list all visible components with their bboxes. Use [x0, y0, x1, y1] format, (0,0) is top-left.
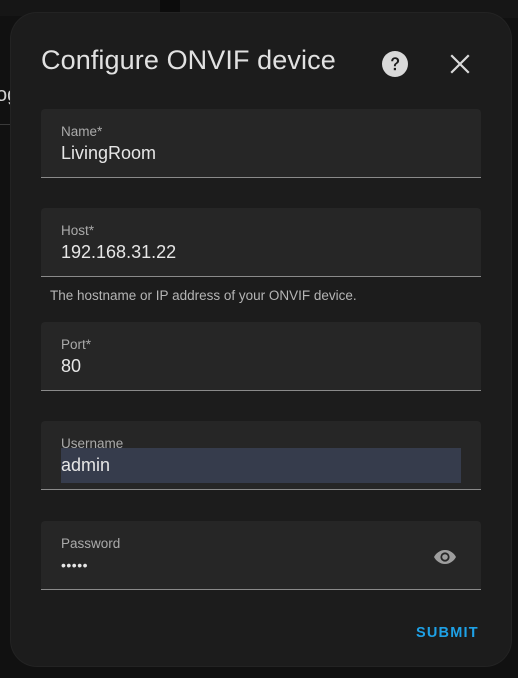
port-label: Port* [61, 337, 92, 352]
username-input[interactable]: admin [61, 448, 461, 483]
eye-icon [434, 550, 456, 564]
show-password-button[interactable] [433, 545, 457, 569]
submit-button[interactable]: SUBMIT [416, 625, 479, 641]
background-partial-text: og [0, 84, 10, 106]
password-input[interactable]: ••••• [61, 557, 88, 573]
password-label: Password [61, 536, 121, 551]
dialog-lower-section: Port* 80 Username admin Password ••••• S… [11, 13, 511, 666]
port-input[interactable]: 80 [61, 356, 81, 377]
password-field[interactable]: Password ••••• [41, 521, 481, 590]
background-block [160, 0, 182, 14]
port-field[interactable]: Port* 80 [41, 322, 481, 391]
username-field[interactable]: Username admin [41, 421, 481, 490]
